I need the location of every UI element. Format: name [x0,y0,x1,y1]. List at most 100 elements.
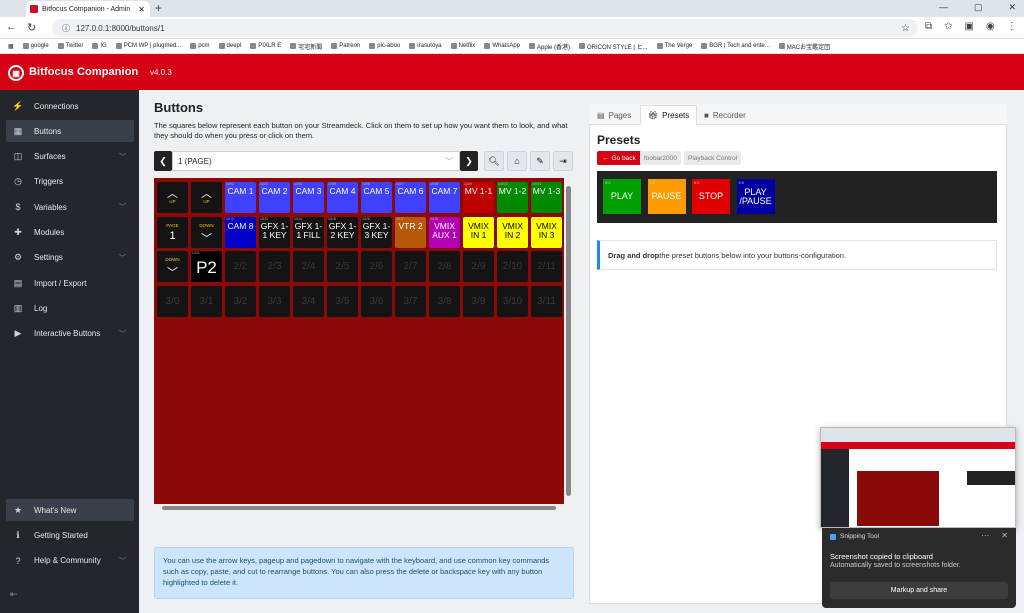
bookmark-item[interactable]: google [22,43,49,49]
bookmark-item[interactable]: Patreon [331,43,360,49]
sidebar-item-surfaces[interactable]: ◫ Surfaces ﹀ [6,146,134,168]
grid-empty-slot[interactable]: 2/3 [259,251,290,282]
grid-button[interactable]: 1/1/11 VMIX IN 3 [531,216,562,248]
bookmark-item[interactable]: Netflix [450,43,475,49]
preset-button[interactable]: X:X PLAY /PAUSE [736,179,775,214]
bookmark-item[interactable]: ORICON STYLE | ヒ... [579,42,648,51]
grid-empty-slot[interactable]: 3/5 [327,285,358,317]
tab-presets[interactable]: 🎁︎ Presets [640,105,698,125]
grid-button[interactable]: 1/0/10 MV 1-2 [497,182,528,213]
sidebar-item-getting-started[interactable]: ℹ Getting Started [6,524,134,546]
grid-button[interactable]: 1/1/3 GFX 1-1 KEY [259,216,290,248]
grid-empty-slot[interactable]: 2/6 [361,251,392,282]
grid-button[interactable]: 1/0/7 CAM 6 [395,182,426,213]
bookmark-item[interactable]: irasutoya [409,43,442,49]
sidebar-item-triggers[interactable]: ◷ Triggers [6,171,134,193]
bookmark-item[interactable]: BGR | Tech and ente... [701,43,770,49]
sidebar-item-import-export[interactable]: ▤ Import / Export [6,272,134,294]
home-button[interactable]: ⌂ [507,151,527,171]
bookmark-item[interactable]: Apple (香港) [529,42,570,51]
grid-nav-down-button[interactable]: ﹀ DOWN [191,216,222,248]
preset-button[interactable]: X:X PLAY [603,179,641,214]
apps-icon[interactable]: ▦ [8,43,14,50]
grid-button[interactable]: 1/0/3 CAM 2 [259,182,290,213]
grid-nav-page-button[interactable]: 1 PAGE [157,216,188,248]
bookmark-item[interactable]: pcm [190,43,210,49]
prev-page-button[interactable]: ❮ [154,151,172,171]
grid-button[interactable]: 1/0/9 MV 1-1 [463,182,494,213]
crumb-category[interactable]: Playback Control [684,151,742,165]
grid-empty-slot[interactable]: 2/9 [463,251,494,282]
grid-empty-slot[interactable]: 3/10 [497,285,528,317]
sidebar-item-settings[interactable]: ⚙ Settings ﹀ [6,247,134,269]
menu-icon[interactable]: ⋮ [1007,21,1017,32]
minimize-icon[interactable]: — [939,2,948,13]
sidebar-item-variables[interactable]: $ Variables ﹀ [6,196,134,218]
grid-button[interactable]: 1/1/5 GFX 1-2 KEY [327,216,358,248]
tab-pages[interactable]: ▤ Pages [590,105,638,125]
bookmark-item[interactable]: The Verge [656,43,692,49]
grid-empty-slot[interactable]: 2/11 [531,251,562,282]
markup-share-button[interactable]: Markup and share [830,582,1008,599]
maximize-icon[interactable]: ▢ [974,2,983,13]
sidebar-item-connections[interactable]: ⚡ Connections [6,95,134,117]
new-tab-icon[interactable]: + [155,1,162,15]
grid-empty-slot[interactable]: 2/2 [225,251,256,282]
grid-nav-up-button[interactable]: ︿ UP [157,182,188,213]
grid-button[interactable]: 1/0/2 CAM 1 [225,182,256,213]
close-toast-icon[interactable]: ✕ [1001,531,1008,540]
grid-empty-slot[interactable]: 2/10 [497,251,528,282]
grid-empty-slot[interactable]: 2/7 [395,251,426,282]
grid-empty-slot[interactable]: 3/4 [293,285,324,317]
grid-button[interactable]: 1/0/11 MV 1-3 [531,182,562,213]
close-tab-icon[interactable]: ✕ [138,5,145,14]
sidebar-item-what-s-new[interactable]: ★ What's New [6,499,134,521]
screenshot-thumbnail[interactable] [820,427,1016,528]
grid-button[interactable]: 1/1/9 VMIX IN 1 [463,216,494,248]
bookmark-item[interactable]: WhatsApp [484,43,520,49]
grid-empty-slot[interactable]: 2/5 [327,251,358,282]
grid-empty-slot[interactable]: 3/3 [259,285,290,317]
bookmark-item[interactable]: deepl [218,43,241,49]
grid-button[interactable]: 1/1/8 VMIX AUX 1 [429,216,460,248]
favorites-icon[interactable]: ✩ [944,21,952,32]
bookmark-item[interactable]: PCM WP | plugmed... [115,43,181,49]
grid-button[interactable]: 1/1/6 GFX 1-3 KEY [361,216,392,248]
grid-button[interactable]: 1/1/4 GFX 1-1 FILL [293,216,324,248]
sidebar-item-help-community[interactable]: ? Help & Community ﹀ [6,550,134,572]
bookmark-star-icon[interactable]: ☆ [901,23,910,34]
grid-button[interactable]: 1/1/10 VMIX IN 2 [497,216,528,248]
grid-empty-slot[interactable]: 2/8 [429,251,460,282]
grid-empty-slot[interactable]: 3/0 [157,285,188,317]
grid-button[interactable]: 1/1/2 CAM 8 [225,216,256,248]
back-icon[interactable]: ← [6,21,17,34]
preset-button[interactable]: X:X PAUSE [647,179,686,214]
grid-button[interactable]: 1/0/5 CAM 4 [327,182,358,213]
horizontal-scrollbar[interactable] [154,504,564,512]
sidebar-item-log[interactable]: ▥ Log [6,297,134,319]
grid-button[interactable]: 1/2/1 P2 [191,251,222,282]
bookmark-item[interactable]: PIXLR E [250,43,281,49]
site-info-icon[interactable]: ⓘ [62,23,70,34]
go-back-button[interactable]: ← Go back [597,151,641,165]
edit-page-button[interactable]: ✎ [530,151,550,171]
bookmark-item[interactable]: 宅宅新聞 [290,42,322,51]
bookmark-item[interactable]: Twitter [57,43,83,49]
url-field[interactable]: ⓘ 127.0.0.1:8000/buttons/1 ☆ [52,19,918,37]
reload-icon[interactable]: ↻ [27,21,36,34]
grid-empty-slot[interactable]: 2/4 [293,251,324,282]
grid-nav-up-button[interactable]: ︿ UP [191,182,222,213]
grid-button[interactable]: 1/0/4 CAM 3 [293,182,324,213]
close-window-icon[interactable]: ✕ [1008,2,1016,13]
grid-empty-slot[interactable]: 3/11 [531,285,562,317]
sidebar-item-modules[interactable]: ✚ Modules [6,222,134,244]
collapse-sidebar-icon[interactable]: ⇤ [10,589,18,600]
grid-button[interactable]: 1/0/6 CAM 5 [361,182,392,213]
grid-empty-slot[interactable]: 3/2 [225,285,256,317]
browser-tab[interactable]: Bitfocus Companion - Admin ✕ [26,1,150,17]
preset-button[interactable]: X:X STOP [692,179,730,214]
more-icon[interactable]: ⋯ [981,531,989,540]
search-button[interactable]: 🔍︎ [484,151,504,171]
export-page-button[interactable]: ⇥ [553,151,573,171]
tab-recorder[interactable]: ■ Recorder [697,105,753,125]
